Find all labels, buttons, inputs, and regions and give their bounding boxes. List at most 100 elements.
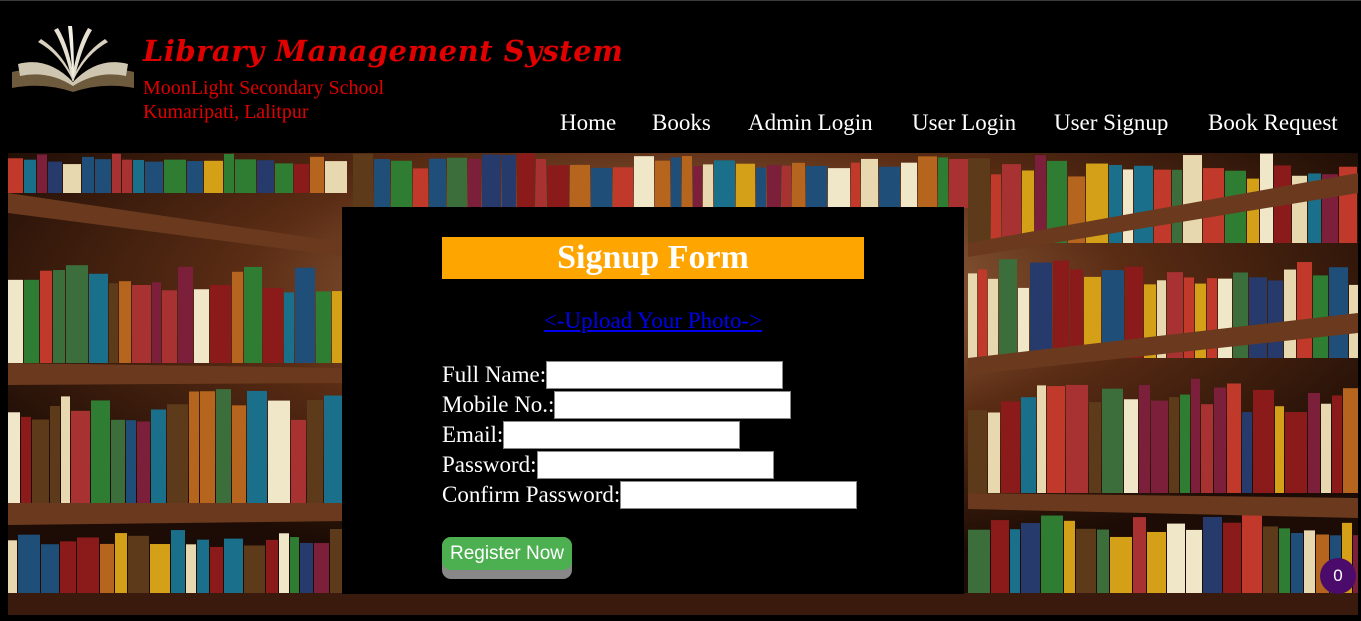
book-spine xyxy=(1151,400,1168,493)
top-divider xyxy=(0,0,1361,1)
book-spine xyxy=(48,161,62,193)
book-spine xyxy=(682,156,692,208)
mobile-row: Mobile No.: xyxy=(442,391,792,419)
book-spine xyxy=(1070,269,1083,358)
nav-books[interactable]: Books xyxy=(652,110,711,136)
password-input[interactable] xyxy=(536,451,774,479)
book-spine xyxy=(189,391,199,503)
book-spine xyxy=(91,400,110,503)
book-spine xyxy=(150,544,170,593)
book-spine xyxy=(204,160,223,193)
nav-user-signup[interactable]: User Signup xyxy=(1054,110,1168,136)
book-spine xyxy=(1242,412,1252,493)
book-spine xyxy=(968,410,987,493)
book-spine xyxy=(24,159,36,193)
book-spine xyxy=(1102,388,1123,493)
book-spine xyxy=(1186,529,1202,593)
book-spine xyxy=(232,405,246,503)
book-spine xyxy=(1123,169,1133,243)
book-spine xyxy=(1021,397,1036,493)
book-spine xyxy=(861,158,878,208)
register-now-button[interactable]: Register Now xyxy=(442,537,572,579)
book-spine xyxy=(32,419,49,503)
book-spine xyxy=(1242,513,1262,593)
password-row: Password: xyxy=(442,451,774,479)
book-spine xyxy=(1263,526,1278,593)
email-label: Email: xyxy=(442,422,504,447)
book-spine xyxy=(1343,388,1358,493)
page: Library Management System MoonLight Seco… xyxy=(0,0,1361,621)
book-spine xyxy=(1064,520,1075,593)
book-spine xyxy=(178,266,193,363)
site-title: Library Management System xyxy=(143,34,624,68)
book-spine xyxy=(216,389,231,503)
confirm-password-input[interactable] xyxy=(620,481,858,509)
email-input[interactable] xyxy=(503,421,741,449)
book-spine xyxy=(77,537,99,593)
book-spine xyxy=(703,164,713,208)
book-spine xyxy=(133,159,144,193)
book-spine xyxy=(1227,383,1241,493)
book-spine xyxy=(792,162,805,208)
book-spine xyxy=(194,289,209,363)
book-spine xyxy=(879,166,900,208)
book-spine xyxy=(1041,515,1063,593)
book-spine xyxy=(268,400,290,503)
mobile-input[interactable] xyxy=(554,391,792,419)
book-spine xyxy=(1124,399,1138,493)
book-spine xyxy=(1037,385,1046,493)
book-spine xyxy=(122,159,132,193)
book-spine xyxy=(95,159,111,193)
book-spine xyxy=(1214,387,1226,493)
book-spine xyxy=(1097,529,1109,593)
nav-user-login[interactable]: User Login xyxy=(912,110,1016,136)
book-spine xyxy=(307,399,323,503)
book-spine xyxy=(736,163,755,208)
nav-book-request[interactable]: Book Request xyxy=(1208,110,1338,136)
book-spine xyxy=(275,163,293,193)
book-spine xyxy=(82,156,94,193)
book-spine xyxy=(1249,277,1267,358)
notification-count-badge[interactable]: 0 xyxy=(1320,558,1356,594)
book-spine xyxy=(266,539,278,593)
book-spine xyxy=(1321,403,1331,493)
book-spine xyxy=(851,162,860,208)
book-spine xyxy=(1203,516,1222,593)
book-spine xyxy=(901,162,917,208)
book-spine xyxy=(324,395,343,503)
book-spine xyxy=(162,290,177,363)
book-spine xyxy=(1201,404,1213,493)
book-spine xyxy=(115,533,127,593)
book-spine xyxy=(325,161,347,193)
book-spine xyxy=(1253,389,1274,493)
nav-home[interactable]: Home xyxy=(560,110,616,136)
book-spine xyxy=(200,391,215,503)
book-spine xyxy=(41,544,59,593)
book-spine xyxy=(244,266,262,363)
nav-admin-login[interactable]: Admin Login xyxy=(748,110,873,136)
book-spine xyxy=(570,164,590,208)
register-now-label: Register Now xyxy=(442,537,572,570)
book-spine xyxy=(18,534,40,593)
book-spine xyxy=(8,540,17,593)
book-spine xyxy=(1169,397,1179,493)
book-spine xyxy=(1030,262,1052,358)
book-spine xyxy=(374,159,390,208)
book-spine xyxy=(50,406,60,503)
upload-photo-link[interactable]: <-Upload Your Photo-> xyxy=(342,308,964,334)
book-spine xyxy=(40,270,52,363)
book-spine xyxy=(235,159,256,193)
book-spine xyxy=(186,544,196,593)
book-spine xyxy=(1279,528,1290,593)
book-spine xyxy=(968,529,990,593)
full-name-input[interactable] xyxy=(546,361,784,389)
book-spine xyxy=(1047,386,1065,493)
book-spine xyxy=(197,539,209,593)
book-spine xyxy=(1308,392,1320,493)
main-nav: Home Books Admin Login User Login User S… xyxy=(0,110,1361,140)
book-spine xyxy=(429,158,446,208)
book-spine xyxy=(61,396,70,503)
book-spine xyxy=(482,154,501,208)
book-spine xyxy=(1275,406,1284,493)
book-spine xyxy=(1133,517,1146,593)
